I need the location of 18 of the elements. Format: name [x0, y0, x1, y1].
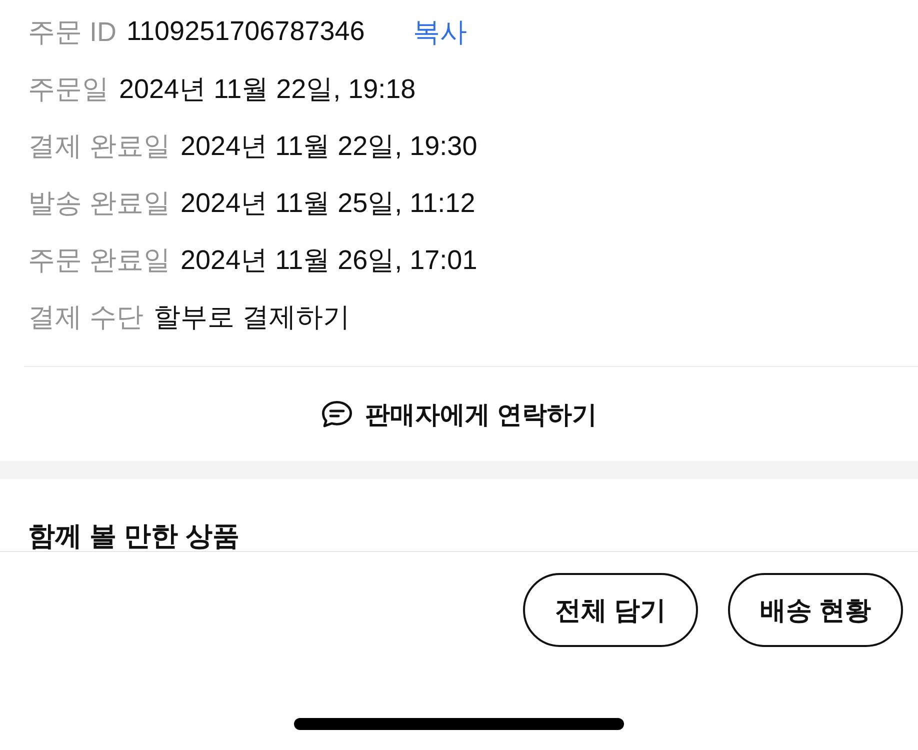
field-label: 발송 완료일	[28, 186, 171, 220]
field-value: 2024년 11월 22일, 19:30	[180, 130, 478, 162]
chat-bubble-icon	[321, 400, 354, 428]
field-value: 1109251706787346	[126, 16, 365, 47]
action-button[interactable]: 배송 현황	[728, 573, 903, 647]
field-value: 할부로 결제하기	[154, 300, 350, 334]
field-label: 주문 ID	[28, 16, 117, 48]
field-label: 결제 수단	[28, 300, 144, 334]
contact-seller-button[interactable]: 판매자에게 연락하기	[317, 392, 601, 436]
copy-link[interactable]: 복사	[412, 14, 467, 50]
field-label: 주문일	[28, 72, 109, 106]
section-heading: 함께 볼 만한 상품	[28, 521, 240, 551]
action-button[interactable]: 전체 담기	[523, 573, 698, 647]
field-value: 2024년 11월 26일, 17:01	[180, 244, 478, 276]
field-value: 2024년 11월 22일, 19:18	[119, 72, 416, 106]
field-label: 결제 완료일	[28, 130, 171, 162]
field-label: 주문 완료일	[28, 244, 171, 276]
field-value: 2024년 11월 25일, 11:12	[180, 186, 476, 220]
